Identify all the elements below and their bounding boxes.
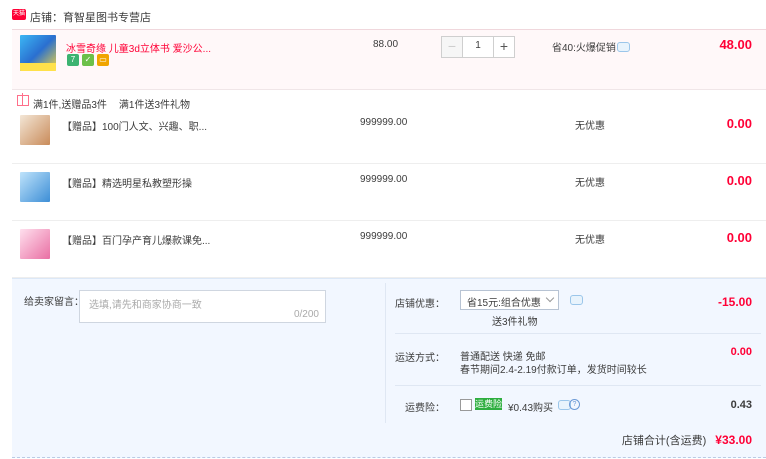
question-icon[interactable]: ? (569, 399, 580, 410)
gift-row (12, 220, 766, 278)
main-item-thumbnail[interactable] (20, 35, 56, 71)
gift-promo: 无优惠 (575, 235, 605, 246)
gift-total: 0.00 (726, 173, 752, 188)
shield-icon: ✓ (82, 54, 94, 66)
quantity-decrease-button[interactable]: − (442, 37, 463, 57)
store-discount-value: -15.00 (717, 295, 752, 309)
message-input[interactable]: 选填,请先和商家协商一致 0/200 (79, 290, 326, 323)
store-discount-select[interactable]: 省15元:组合优惠 (460, 290, 559, 310)
shipping-value: 0.00 (730, 346, 752, 358)
quantity-stepper: − 1 + (441, 36, 515, 58)
gift-thumbnail[interactable] (20, 172, 50, 202)
gift-promo: 无优惠 (575, 178, 605, 189)
divider (395, 385, 761, 386)
chat-icon[interactable] (570, 295, 583, 305)
chat-icon[interactable] (617, 42, 630, 52)
shop-header: 天猫 店铺：育智星图书专营店 (0, 0, 766, 30)
tmall-icon: 天猫 (12, 9, 26, 20)
store-discount-selected: 省15元:组合优惠 (467, 298, 541, 309)
shop-total-amount: ¥33.00 (715, 433, 752, 447)
gift-promo: 无优惠 (575, 121, 605, 132)
divider (385, 283, 386, 423)
insurance-price: ¥0.43购买 (508, 403, 554, 414)
chevron-down-icon (545, 293, 555, 303)
message-count: 0/200 (293, 309, 319, 320)
gift-total: 0.00 (726, 230, 752, 245)
shop-total-label: 店铺合计(含运费) (621, 435, 707, 447)
insurance-label: 运费险： (405, 403, 445, 414)
gift-price: 999999.00 (360, 174, 408, 185)
message-label: 给卖家留言： (24, 297, 84, 308)
message-placeholder: 选填,请先和商家协商一致 (89, 300, 202, 311)
store-discount-extra: 送3件礼物 (492, 317, 538, 328)
main-item-price: 88.00 (373, 39, 399, 50)
insurance-badge: 运费险 (475, 398, 503, 410)
gift-icon (17, 93, 29, 106)
main-item-total: 48.00 (719, 37, 752, 52)
gift-title[interactable]: 【赠品】精选明星私教塑形操 (62, 175, 192, 190)
shop-name[interactable]: 店铺：育智星图书专营店 (30, 9, 151, 25)
gift-price: 999999.00 (360, 231, 408, 242)
shipping-note: 春节期间2.4-2.19付款订单，发货时间较长 (460, 365, 647, 376)
main-item-title[interactable]: 冰雪奇缘 儿童3d立体书 爱沙公... (66, 40, 211, 55)
gift-total: 0.00 (726, 116, 752, 131)
shop-total: 店铺合计(含运费) ¥33.00 (622, 432, 752, 448)
divider (395, 333, 761, 334)
gift-price: 999999.00 (360, 117, 408, 128)
insurance-checkbox[interactable] (460, 399, 472, 411)
gift-title[interactable]: 【赠品】百门孕产育儿爆款课免... (62, 232, 210, 247)
insurance-value: 0.43 (730, 399, 752, 411)
shipping-label: 运送方式： (395, 353, 445, 364)
main-item-promo: 省40:火爆促销 (552, 43, 616, 54)
quantity-increase-button[interactable]: + (493, 37, 514, 57)
seven-days-icon: 7 (67, 54, 79, 66)
gift-title[interactable]: 【赠品】100门人文、兴趣、职... (62, 118, 207, 133)
store-discount-label: 店铺优惠： (395, 299, 445, 310)
gift-row (12, 106, 766, 164)
quantity-input[interactable]: 1 (464, 40, 492, 51)
gift-thumbnail[interactable] (20, 115, 50, 145)
gift-thumbnail[interactable] (20, 229, 50, 259)
card-icon: ▭ (97, 54, 109, 66)
gift-row (12, 163, 766, 221)
